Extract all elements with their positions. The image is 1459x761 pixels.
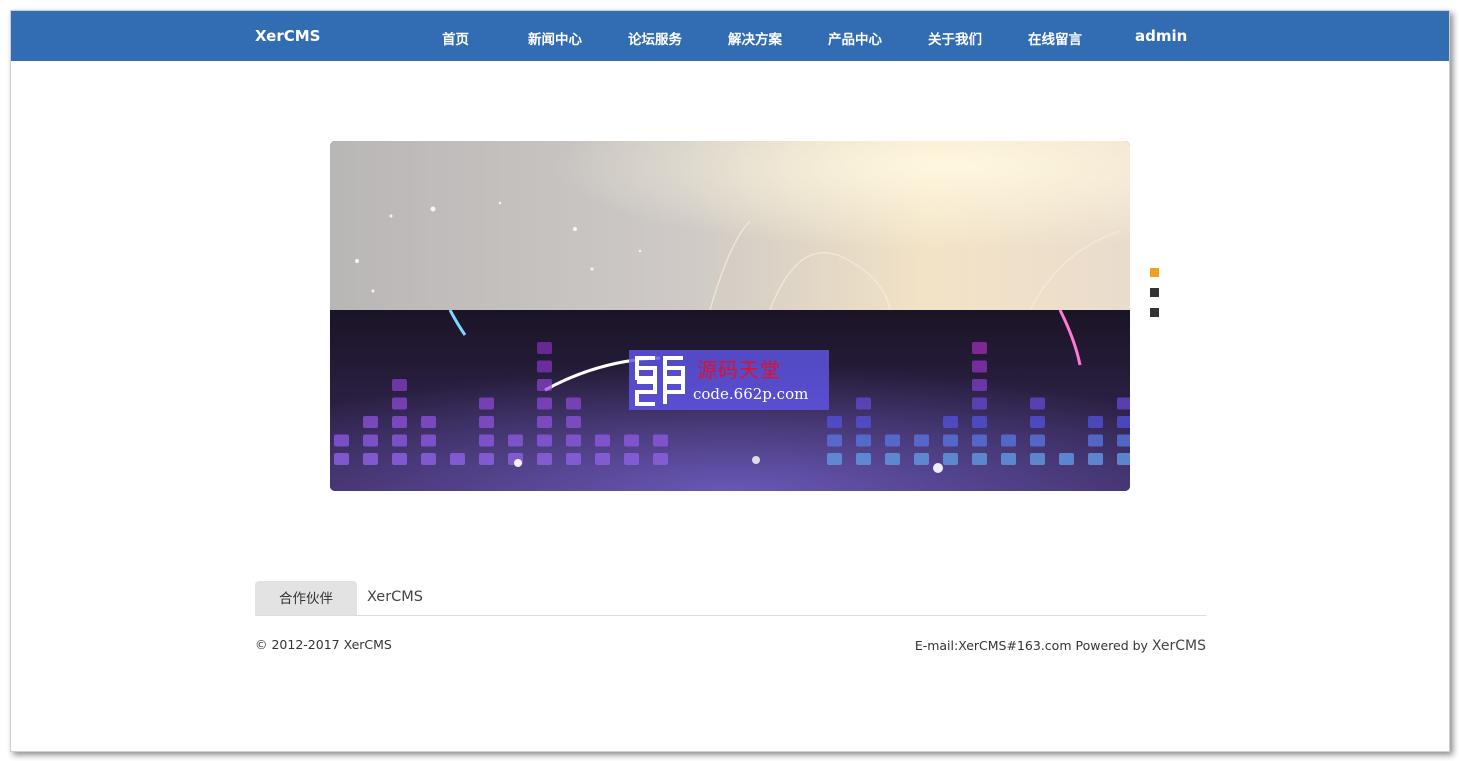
carousel-dot-2[interactable]: [1150, 288, 1159, 297]
partners-bar: 合作伙伴 XerCMS: [255, 581, 1206, 616]
copyright-text: © 2012-2017 XerCMS: [255, 637, 392, 652]
page-frame: XerCMS 首页 新闻中心 论坛服务 解决方案 产品中心 关于我们 在线留言 …: [10, 10, 1450, 752]
footer-contact: E-mail:XerCMS#163.com Powered by XerCMS: [915, 638, 1206, 654]
partner-link-xercms[interactable]: XerCMS: [367, 589, 423, 605]
nav-product-center[interactable]: 产品中心: [828, 28, 882, 48]
carousel-dot-3[interactable]: [1150, 308, 1159, 317]
top-navbar: XerCMS 首页 新闻中心 论坛服务 解决方案 产品中心 关于我们 在线留言 …: [11, 11, 1449, 61]
footer-email: E-mail:XerCMS#163.com: [914, 638, 1072, 653]
watermark-url: code.662p.com: [693, 385, 809, 403]
nav-about-us[interactable]: 关于我们: [928, 28, 982, 48]
watermark-logo-icon: [635, 356, 685, 406]
watermark-title: 源码天堂: [697, 358, 781, 382]
nav-news-center[interactable]: 新闻中心: [528, 28, 582, 48]
watermark-badge: 源码天堂 code.662p.com: [629, 350, 829, 410]
footer-powered-by: Powered by: [1075, 638, 1148, 653]
carousel-indicators: [1150, 268, 1160, 328]
nav-online-message[interactable]: 在线留言: [1028, 28, 1082, 48]
banner-carousel[interactable]: 源码天堂 code.662p.com: [330, 141, 1130, 491]
nav-admin-user[interactable]: admin: [1135, 27, 1187, 45]
carousel-dot-1[interactable]: [1150, 268, 1159, 277]
brand-logo-link[interactable]: XerCMS: [255, 27, 320, 45]
nav-home[interactable]: 首页: [442, 28, 469, 48]
banner-slide-image-top: [330, 141, 1130, 310]
nav-solutions[interactable]: 解决方案: [728, 28, 782, 48]
nav-forum-service[interactable]: 论坛服务: [628, 28, 682, 48]
partners-tab-label: 合作伙伴: [255, 581, 357, 615]
footer-powered-link[interactable]: XerCMS: [1152, 638, 1206, 654]
